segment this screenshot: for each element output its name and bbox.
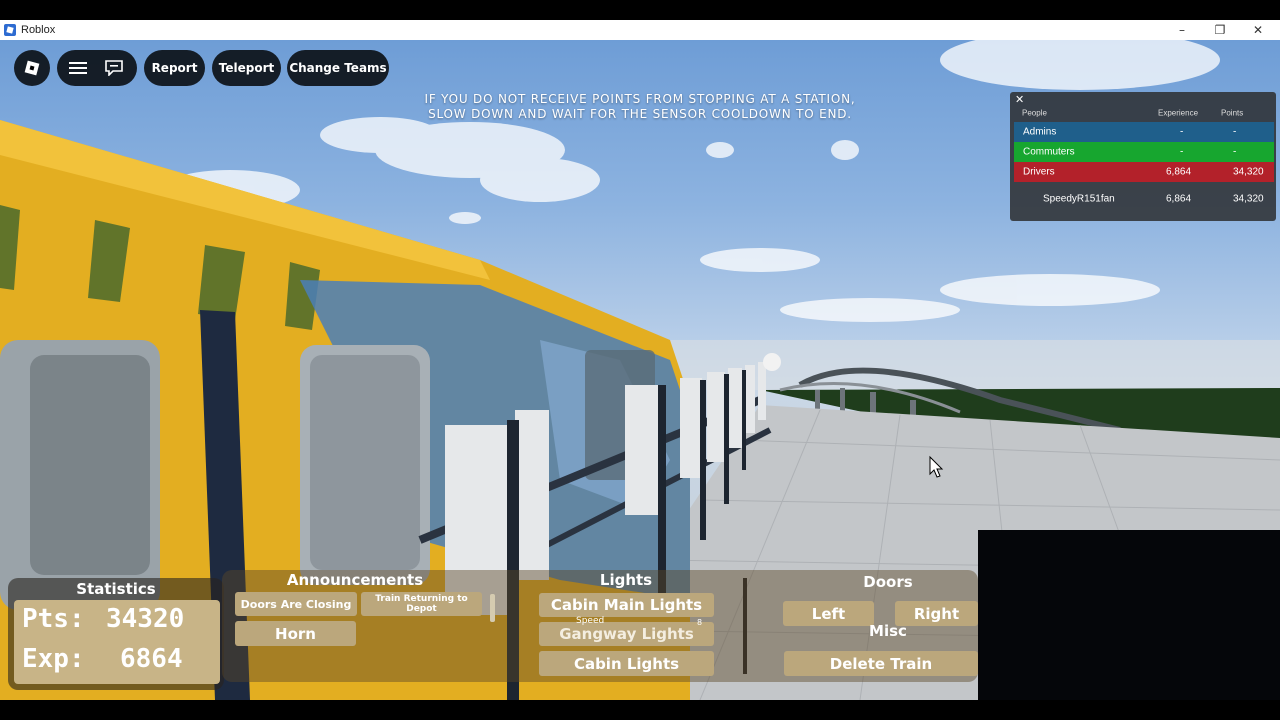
- speed-value: 8: [697, 618, 703, 627]
- statistics-title: Statistics: [76, 580, 156, 598]
- team-points: 34,320: [1233, 166, 1264, 178]
- team-experience: 6,864: [1166, 166, 1192, 178]
- change-teams-button[interactable]: Change Teams: [287, 50, 389, 86]
- doors-title: Doors: [863, 573, 913, 591]
- player-row[interactable]: SpeedyR151fan 6,864 34,320: [1014, 189, 1274, 209]
- panel-divider: [743, 578, 747, 674]
- game-viewport[interactable]: Report Teleport Change Teams IF YOU DO N…: [0, 40, 1280, 700]
- doors-closing-button[interactable]: Doors Are Closing: [235, 592, 357, 616]
- horn-button[interactable]: Horn: [235, 621, 356, 646]
- lights-title: Lights: [599, 571, 653, 589]
- minimize-button[interactable]: –: [1162, 20, 1202, 40]
- header-experience: Experience: [1158, 108, 1199, 118]
- header-people: People: [1022, 108, 1047, 118]
- teleport-button[interactable]: Teleport: [212, 50, 281, 86]
- team-points: -: [1233, 146, 1237, 158]
- gangway-lights-button[interactable]: Gangway Lights: [539, 622, 714, 646]
- team-name: Drivers: [1023, 166, 1055, 178]
- screen-top-bar: [0, 0, 1280, 20]
- player-experience: 6,864: [1166, 193, 1192, 205]
- misc-title: Misc: [869, 622, 907, 640]
- restore-button[interactable]: ❐: [1200, 20, 1240, 40]
- roblox-window: Roblox – ❐ ✕ Report Teleport Change Team…: [0, 0, 1280, 720]
- team-experience: -: [1180, 126, 1184, 138]
- roblox-menu-button[interactable]: [14, 50, 50, 86]
- player-leaderboard: ✕ People Experience Points Admins - - Co…: [1010, 92, 1276, 221]
- points-label: Pts:: [22, 604, 85, 634]
- announcements-scrollbar[interactable]: [490, 594, 495, 622]
- notice-line-2: SLOW DOWN AND WAIT FOR THE SENSOR COOLDO…: [428, 107, 852, 121]
- roblox-logo-icon: [24, 60, 40, 76]
- screen-bottom-bar: [0, 700, 1280, 720]
- team-row-drivers[interactable]: Drivers 6,864 34,320: [1014, 162, 1274, 182]
- station-notice: IF YOU DO NOT RECEIVE POINTS FROM STOPPI…: [360, 92, 920, 122]
- train-control-panel: Announcements Doors Are Closing Train Re…: [222, 570, 978, 682]
- chat-icon[interactable]: [105, 60, 123, 79]
- window-titlebar: Roblox: [0, 20, 1280, 40]
- roblox-app-icon: [4, 24, 16, 36]
- player-points: 34,320: [1233, 193, 1264, 205]
- points-value: 34320: [106, 604, 185, 634]
- train-returning-button[interactable]: Train Returning to Depot: [361, 592, 482, 616]
- team-row-commuters[interactable]: Commuters - -: [1014, 142, 1274, 162]
- leaderboard-close-icon[interactable]: ✕: [1015, 93, 1024, 106]
- statistics-panel: Statistics Pts: 34320 Exp: 6864: [8, 578, 224, 690]
- team-name: Admins: [1023, 126, 1057, 138]
- team-points: -: [1233, 126, 1237, 138]
- close-window-button[interactable]: ✕: [1238, 20, 1278, 40]
- window-title: Roblox: [21, 24, 56, 36]
- speed-label: Speed: [576, 616, 605, 626]
- player-name: SpeedyR151fan: [1043, 193, 1115, 205]
- team-name: Commuters: [1023, 146, 1075, 158]
- team-experience: -: [1180, 146, 1184, 158]
- announcements-title: Announcements: [286, 571, 424, 589]
- notice-line-1: IF YOU DO NOT RECEIVE POINTS FROM STOPPI…: [424, 92, 856, 106]
- hamburger-menu-icon[interactable]: [69, 61, 87, 78]
- cabin-main-lights-button[interactable]: Cabin Main Lights: [539, 593, 714, 617]
- report-button[interactable]: Report: [144, 50, 205, 86]
- delete-train-button[interactable]: Delete Train: [784, 651, 978, 676]
- leaderboard-header: People Experience Points: [1010, 106, 1276, 120]
- cabin-lights-button[interactable]: Cabin Lights: [539, 651, 714, 676]
- team-row-admins[interactable]: Admins - -: [1014, 122, 1274, 142]
- video-overlay-box: [978, 530, 1280, 700]
- statistics-box: Pts: 34320 Exp: 6864: [14, 600, 220, 684]
- experience-label: Exp:: [22, 644, 85, 674]
- experience-value: 6864: [120, 644, 183, 674]
- menu-chat-group: [57, 50, 137, 86]
- header-points: Points: [1221, 108, 1244, 118]
